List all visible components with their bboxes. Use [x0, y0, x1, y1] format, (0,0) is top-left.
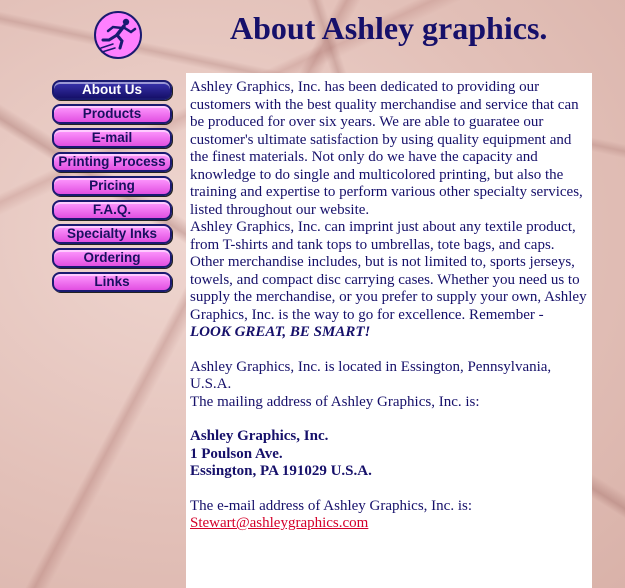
main-nav: About Us Products E-mail Printing Proces… [52, 80, 172, 296]
email-intro-text: The e-mail address of Ashley Graphics, I… [190, 497, 473, 514]
address-street: 1 Poulson Ave. [190, 445, 283, 462]
nav-products-button[interactable]: Products [52, 104, 172, 124]
products-text: Ashley Graphics, Inc. can imprint just a… [190, 219, 587, 323]
email-link[interactable]: Stewart@ashleygraphics.com [190, 515, 368, 531]
page-title: About Ashley graphics. [230, 10, 548, 46]
mailing-intro-text: The mailing address of Ashley Graphics, … [190, 393, 480, 410]
address-city: Essington, PA 191029 U.S.A. [190, 463, 372, 479]
nav-pricing-button[interactable]: Pricing [52, 176, 172, 196]
nav-email-button[interactable]: E-mail [52, 128, 172, 148]
running-figure-logo-icon [93, 10, 143, 60]
products-paragraph: Ashley Graphics, Inc. can imprint just a… [190, 219, 588, 342]
nav-faq-button[interactable]: F.A.Q. [52, 200, 172, 220]
nav-specialty-inks-button[interactable]: Specialty Inks [52, 224, 172, 244]
nav-links-button[interactable]: Links [52, 272, 172, 292]
address-name: Ashley Graphics, Inc. [190, 428, 329, 444]
slogan-text: LOOK GREAT, BE SMART! [190, 324, 371, 340]
intro-paragraph: Ashley Graphics, Inc. has been dedicated… [190, 79, 583, 218]
location-text: Ashley Graphics, Inc. is located in Essi… [190, 358, 552, 393]
email-line: Stewart@ashleygraphics.com [190, 515, 588, 533]
about-content-panel: Ashley Graphics, Inc. has been dedicated… [186, 73, 592, 588]
nav-about-us-button[interactable]: About Us [52, 80, 172, 100]
nav-printing-process-button[interactable]: Printing Process [52, 152, 172, 172]
nav-ordering-button[interactable]: Ordering [52, 248, 172, 268]
